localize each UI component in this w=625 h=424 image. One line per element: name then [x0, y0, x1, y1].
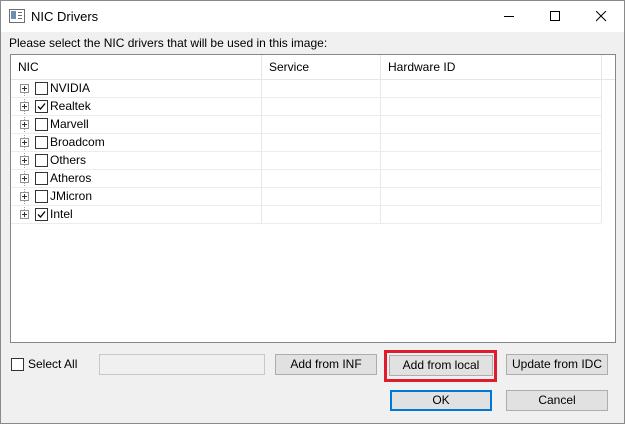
nic-checkbox[interactable]: [35, 190, 48, 203]
ok-button[interactable]: OK: [390, 390, 492, 411]
expand-icon[interactable]: [20, 84, 29, 93]
expand-icon[interactable]: [20, 192, 29, 201]
minimize-icon: [504, 16, 514, 17]
driver-path-field: [99, 354, 265, 375]
list-item[interactable]: Realtek: [11, 98, 601, 116]
list-item[interactable]: Others: [11, 152, 601, 170]
update-from-idc-button[interactable]: Update from IDC: [506, 354, 608, 375]
grid-line: [601, 79, 602, 223]
close-icon: [596, 11, 607, 22]
list-item[interactable]: Atheros: [11, 170, 601, 188]
minimize-button[interactable]: [486, 1, 532, 32]
nic-checkbox[interactable]: [35, 154, 48, 167]
expand-icon[interactable]: [20, 102, 29, 111]
list-item[interactable]: Intel: [11, 206, 601, 224]
nic-vendor-label: Marvell: [50, 117, 89, 131]
check-icon: [37, 103, 46, 110]
list-item[interactable]: Marvell: [11, 116, 601, 134]
window-title: NIC Drivers: [31, 9, 99, 24]
list-header: NIC Service Hardware ID: [11, 55, 615, 80]
instruction-text: Please select the NIC drivers that will …: [9, 36, 328, 50]
add-from-inf-button[interactable]: Add from INF: [275, 354, 377, 375]
nic-vendor-label: NVIDIA: [50, 81, 91, 95]
nic-checkbox[interactable]: [35, 208, 48, 221]
nic-vendor-label: Broadcom: [50, 135, 105, 149]
nic-vendor-label: Intel: [50, 207, 73, 221]
nic-vendor-label: Others: [50, 153, 87, 167]
title-bar[interactable]: NIC Drivers: [1, 1, 624, 32]
window-app-icon: [9, 9, 25, 23]
cancel-button[interactable]: Cancel: [506, 390, 608, 411]
nic-checkbox[interactable]: [35, 82, 48, 95]
column-divider[interactable]: [601, 55, 602, 79]
nic-vendor-label: Atheros: [50, 171, 92, 185]
nic-drivers-dialog: NIC Drivers Please select the NIC driver…: [0, 0, 625, 424]
nic-checkbox[interactable]: [35, 136, 48, 149]
expand-icon[interactable]: [20, 210, 29, 219]
list-item[interactable]: Broadcom: [11, 134, 601, 152]
nic-vendor-label: JMicron: [50, 189, 93, 203]
column-header-nic[interactable]: NIC: [11, 55, 261, 79]
expand-icon[interactable]: [20, 120, 29, 129]
column-header-service[interactable]: Service: [262, 55, 380, 79]
maximize-icon: [550, 11, 560, 21]
nic-checkbox[interactable]: [35, 100, 48, 113]
nic-driver-list[interactable]: NIC Service Hardware ID NVIDIA Realtek Mar…: [10, 54, 616, 343]
add-from-local-button[interactable]: Add from local: [389, 355, 493, 376]
list-item[interactable]: JMicron: [11, 188, 601, 206]
column-header-hardware-id[interactable]: Hardware ID: [381, 55, 601, 79]
expand-icon[interactable]: [20, 156, 29, 165]
select-all-checkbox[interactable]: [11, 358, 24, 371]
list-item[interactable]: NVIDIA: [11, 80, 601, 98]
close-button[interactable]: [578, 1, 624, 32]
check-icon: [37, 211, 46, 218]
nic-vendor-label: Realtek: [50, 99, 91, 113]
nic-checkbox[interactable]: [35, 172, 48, 185]
expand-icon[interactable]: [20, 174, 29, 183]
maximize-button[interactable]: [532, 1, 578, 32]
select-all-label[interactable]: Select All: [28, 357, 77, 371]
nic-checkbox[interactable]: [35, 118, 48, 131]
expand-icon[interactable]: [20, 138, 29, 147]
